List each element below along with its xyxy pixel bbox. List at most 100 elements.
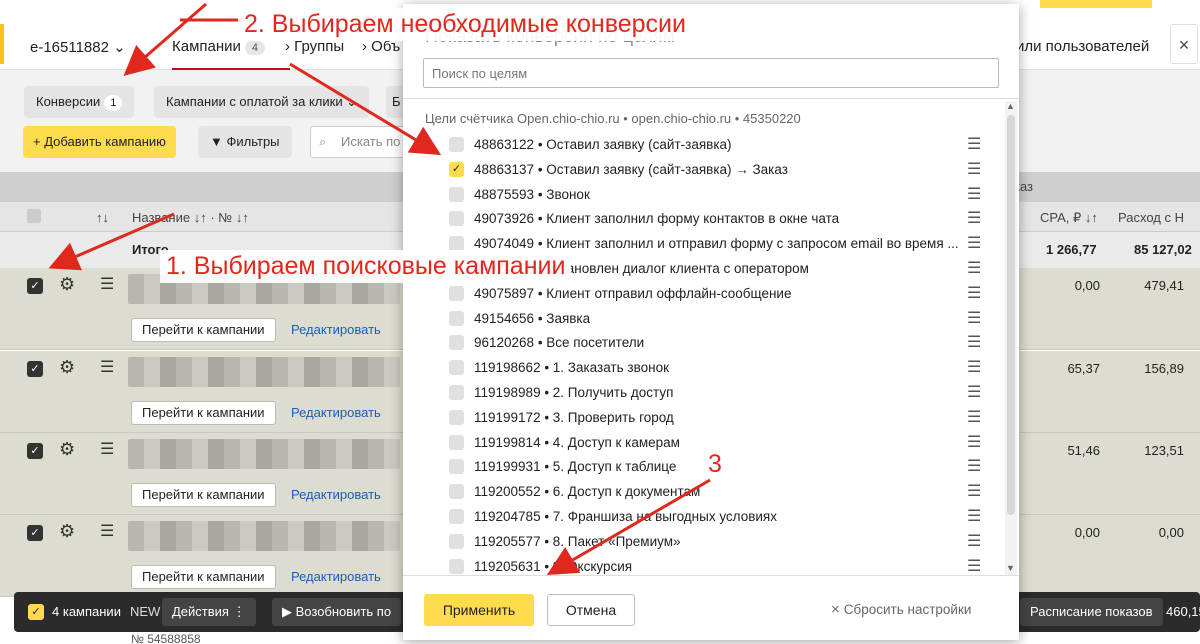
list-item[interactable]: 119198989 • 2. Получить доступ ☰ (403, 381, 1003, 406)
selection-checkbox[interactable]: ✓ (28, 604, 44, 620)
list-icon[interactable]: ☰ (100, 274, 114, 294)
drag-handle-icon[interactable]: ☰ (967, 531, 981, 551)
goal-checkbox[interactable] (449, 509, 464, 524)
gear-icon[interactable]: ⚙ (59, 521, 75, 542)
drag-handle-icon[interactable]: ☰ (967, 159, 981, 179)
apply-button[interactable]: Применить (424, 594, 534, 626)
drag-handle-icon[interactable]: ☰ (967, 481, 981, 501)
drag-handle-icon[interactable]: ☰ (967, 556, 981, 575)
goal-checkbox[interactable] (449, 137, 464, 152)
yellow-button-edge[interactable] (1040, 0, 1152, 8)
drag-handle-icon[interactable]: ☰ (967, 382, 981, 402)
drag-handle-icon[interactable]: ☰ (967, 258, 981, 278)
drag-handle-icon[interactable]: ☰ (967, 432, 981, 452)
goal-checkbox[interactable] (449, 409, 464, 425)
actions-button[interactable]: Действия ⋮ (162, 598, 256, 626)
goal-checkbox[interactable]: ✓ (449, 161, 464, 177)
list-item[interactable]: 48875593 • Звонок ☰ (403, 183, 1003, 208)
users-link[interactable]: или пользователей (1016, 38, 1149, 55)
list-item[interactable]: 119198662 • 1. Заказать звонок ☰ (403, 356, 1003, 381)
sort-icon[interactable]: ↑↓ (96, 210, 109, 225)
drag-handle-icon[interactable]: ☰ (967, 184, 981, 204)
list-icon[interactable]: ☰ (100, 439, 114, 459)
list-item[interactable]: 49073926 • Клиент заполнил форму контакт… (403, 207, 1003, 232)
resume-button[interactable]: ▶ Возобновить по (272, 598, 402, 626)
goal-checkbox[interactable] (449, 335, 464, 351)
goal-checkbox[interactable] (449, 558, 464, 574)
drag-handle-icon[interactable]: ☰ (967, 456, 981, 476)
drag-handle-icon[interactable]: ☰ (967, 233, 981, 253)
goal-checkbox[interactable] (449, 459, 464, 475)
goal-checkbox[interactable] (449, 310, 464, 326)
list-item[interactable]: 96120268 • Все посетители ☰ (403, 331, 1003, 356)
account-switcher[interactable]: e-16511882 ⌄ (30, 38, 126, 56)
list-item[interactable]: 119205631 • 9. Экскурсия ☰ (403, 555, 1003, 575)
edit-link[interactable]: Редактировать (291, 322, 381, 337)
edit-link[interactable]: Редактировать (291, 405, 381, 420)
gear-icon[interactable]: ⚙ (59, 357, 75, 378)
gear-icon[interactable]: ⚙ (59, 439, 75, 460)
list-item[interactable]: 119199814 • 4. Доступ к камерам ☰ (403, 431, 1003, 456)
list-item[interactable]: 119199931 • 5. Доступ к таблице ☰ (403, 455, 1003, 480)
list-item[interactable]: 48863122 • Оставил заявку (сайт-заявка) ☰ (403, 133, 1003, 158)
button-label: Добавить кампанию (44, 134, 166, 149)
goals-search-input[interactable] (423, 58, 999, 88)
goal-checkbox[interactable] (449, 434, 464, 450)
col-name-header[interactable]: Название ↓↑ · № ↓↑ (132, 210, 249, 225)
list-item[interactable]: ✓ 48863137 • Оставил заявку (сайт-заявка)… (403, 158, 1003, 183)
conversions-chip[interactable]: Конверсии 1 (24, 86, 135, 118)
goal-checkbox[interactable] (449, 285, 464, 301)
goal-checkbox[interactable] (449, 385, 464, 400)
filters-button[interactable]: ▼ Фильтры (198, 126, 292, 158)
reset-settings-link[interactable]: × Сбросить настройки (831, 601, 971, 618)
goal-checkbox[interactable] (449, 360, 464, 376)
add-campaign-button[interactable]: + Добавить кампанию (23, 126, 176, 158)
list-item[interactable]: 119204785 • 7. Франшиза на выгодных усло… (403, 505, 1003, 530)
plus-icon: + (33, 134, 41, 149)
row-checkbox[interactable]: ✓ (27, 361, 43, 377)
list-item[interactable]: 119200552 • 6. Доступ к документам ☰ (403, 480, 1003, 505)
list-item[interactable]: 119199172 • 3. Проверить город ☰ (403, 406, 1003, 431)
goal-checkbox[interactable] (449, 186, 464, 202)
drag-handle-icon[interactable]: ☰ (967, 134, 981, 154)
col-spend-header[interactable]: Расход с Н (1118, 210, 1184, 225)
goto-campaign-button[interactable]: Перейти к кампании (131, 401, 276, 425)
row-checkbox[interactable]: ✓ (27, 278, 43, 294)
goto-campaign-button[interactable]: Перейти к кампании (131, 318, 276, 342)
scroll-thumb[interactable] (1007, 115, 1015, 515)
col-cpa-header[interactable]: CPA, ₽ ↓↑ (1040, 210, 1098, 226)
goto-campaign-button[interactable]: Перейти к кампании (131, 565, 276, 589)
list-item[interactable]: 49154656 • Заявка ☰ (403, 307, 1003, 332)
drag-handle-icon[interactable]: ☰ (967, 283, 981, 303)
drag-handle-icon[interactable]: ☰ (967, 357, 981, 377)
col-num-label: № (218, 210, 233, 225)
row-checkbox[interactable]: ✓ (27, 443, 43, 459)
schedule-button[interactable]: Расписание показов (1020, 598, 1163, 626)
drag-handle-icon[interactable]: ☰ (967, 208, 981, 228)
row-checkbox[interactable]: ✓ (27, 525, 43, 541)
scroll-down-icon[interactable]: ▼ (1006, 563, 1015, 573)
drag-handle-icon[interactable]: ☰ (967, 332, 981, 352)
drag-handle-icon[interactable]: ☰ (967, 506, 981, 526)
payment-type-chip[interactable]: Кампании с оплатой за клики ⌄ (154, 86, 370, 118)
goals-scrollbar[interactable]: ▲ ▼ (1005, 101, 1017, 575)
cancel-button[interactable]: Отмена (547, 594, 635, 626)
goal-checkbox[interactable] (449, 236, 464, 252)
drag-handle-icon[interactable]: ☰ (967, 407, 981, 427)
edit-link[interactable]: Редактировать (291, 569, 381, 584)
campaign-search-input[interactable]: ⌕ Искать по (310, 126, 410, 158)
select-all-checkbox[interactable] (27, 209, 41, 223)
list-item[interactable]: 49075897 • Клиент отправил оффлайн-сообщ… (403, 282, 1003, 307)
goto-campaign-button[interactable]: Перейти к кампании (131, 483, 276, 507)
drag-handle-icon[interactable]: ☰ (967, 308, 981, 328)
list-icon[interactable]: ☰ (100, 357, 114, 377)
list-item[interactable]: 119205577 • 8. Пакет «Премиум» ☰ (403, 530, 1003, 555)
list-icon[interactable]: ☰ (100, 521, 114, 541)
goal-checkbox[interactable] (449, 211, 464, 227)
goal-checkbox[interactable] (449, 484, 464, 500)
edit-link[interactable]: Редактировать (291, 487, 381, 502)
goal-checkbox[interactable] (449, 533, 464, 549)
gear-icon[interactable]: ⚙ (59, 274, 75, 295)
scroll-up-icon[interactable]: ▲ (1006, 101, 1015, 111)
close-icon[interactable]: × (1170, 24, 1198, 64)
